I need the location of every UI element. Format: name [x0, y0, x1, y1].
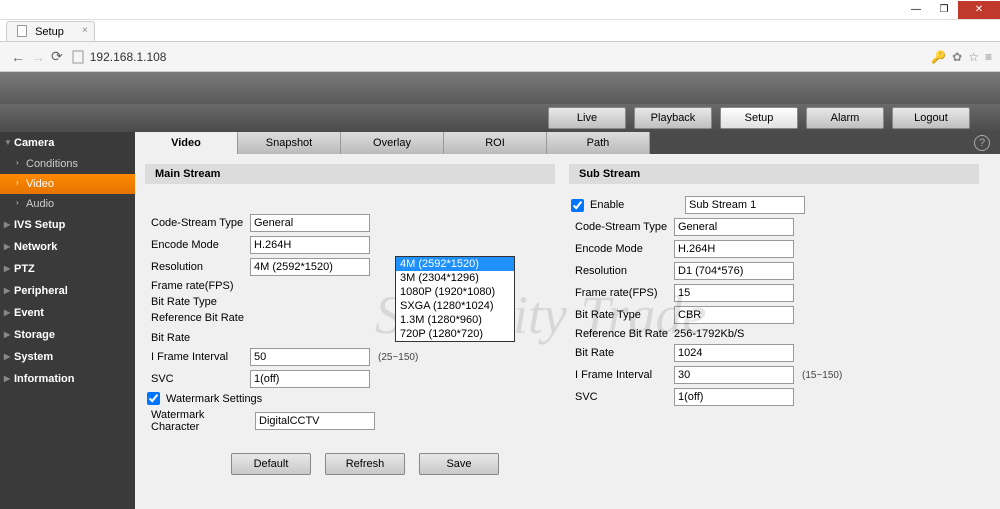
resolution-select[interactable]: 4M (2592*1520) [250, 258, 370, 276]
refresh-button[interactable]: Refresh [325, 453, 405, 475]
nav-alarm[interactable]: Alarm [806, 107, 884, 129]
page-icon [17, 25, 27, 37]
code-stream-select[interactable]: General [250, 214, 370, 232]
browser-navbar: ← → ⟳ 192.168.1.108 🔑 ✿ ☆ ≡ [0, 42, 1000, 72]
forward-icon[interactable]: → [31, 49, 45, 65]
sidebar-item-event[interactable]: ▶Event [0, 302, 135, 324]
dropdown-option[interactable]: 3M (2304*1296) [396, 271, 514, 285]
caret-right-icon: ▶ [4, 308, 10, 317]
caret-right-icon: ▶ [4, 352, 10, 361]
section-title: Sub Stream [569, 164, 979, 184]
watermark-checkbox[interactable] [147, 392, 160, 405]
caret-right-icon: ▶ [4, 242, 10, 251]
dropdown-option[interactable]: 1080P (1920*1080) [396, 285, 514, 299]
tab-roi[interactable]: ROI [444, 132, 547, 154]
help-icon[interactable]: ? [974, 135, 990, 151]
resolution-select[interactable]: D1 (704*576) [674, 262, 794, 280]
default-button[interactable]: Default [231, 453, 311, 475]
tab-snapshot[interactable]: Snapshot [238, 132, 341, 154]
save-button[interactable]: Save [419, 453, 499, 475]
sidebar-item-network[interactable]: ▶Network [0, 236, 135, 258]
nav-setup[interactable]: Setup [720, 107, 798, 129]
encode-mode-select[interactable]: H.264H [250, 236, 370, 254]
caret-right-icon: ▶ [4, 220, 10, 229]
caret-right-icon: ▶ [4, 286, 10, 295]
fps-select[interactable]: 15 [674, 284, 794, 302]
window-close-icon[interactable]: ✕ [958, 1, 1000, 19]
content-area: Video Snapshot Overlay ROI Path ? Sincer… [135, 132, 1000, 509]
sidebar-item-storage[interactable]: ▶Storage [0, 324, 135, 346]
nav-logout[interactable]: Logout [892, 107, 970, 129]
star-icon[interactable]: ☆ [968, 50, 979, 64]
header-bar [0, 72, 1000, 104]
caret-right-icon: ▶ [4, 330, 10, 339]
caret-right-icon: ▶ [4, 374, 10, 383]
sidebar-item-information[interactable]: ▶Information [0, 368, 135, 390]
dropdown-option[interactable]: 4M (2592*1520) [396, 257, 514, 271]
encode-mode-select[interactable]: H.264H [674, 240, 794, 258]
browser-tab[interactable]: Setup × [6, 21, 95, 41]
sidebar-item-ivs[interactable]: ▶IVS Setup [0, 214, 135, 236]
chevron-right-icon: › [16, 178, 19, 187]
window-minimize-icon[interactable]: — [902, 1, 930, 19]
dropdown-option[interactable]: SXGA (1280*1024) [396, 299, 514, 313]
sidebar-item-system[interactable]: ▶System [0, 346, 135, 368]
browser-tabbar: Setup × [0, 20, 1000, 42]
tab-close-icon[interactable]: × [82, 25, 88, 36]
sidebar-item-video[interactable]: ›Video [0, 174, 135, 194]
dropdown-option[interactable]: 1.3M (1280*960) [396, 313, 514, 327]
sub-tabs: Video Snapshot Overlay ROI Path [135, 132, 1000, 154]
sidebar-item-audio[interactable]: ›Audio [0, 194, 135, 214]
puzzle-icon[interactable]: ✿ [952, 50, 962, 64]
iframe-input[interactable] [250, 348, 370, 366]
tab-title: Setup [35, 26, 64, 38]
caret-right-icon: ▶ [4, 264, 10, 273]
sidebar-item-ptz[interactable]: ▶PTZ [0, 258, 135, 280]
menu-icon[interactable]: ≡ [985, 50, 992, 64]
url-text[interactable]: 192.168.1.108 [90, 50, 931, 64]
sidebar: ▼Camera ›Conditions ›Video ›Audio ▶IVS S… [0, 132, 135, 509]
sub-stream-section: Sub Stream EnableSub Stream 1 Code-Strea… [569, 164, 979, 499]
main-nav: Live Playback Setup Alarm Logout [0, 104, 1000, 132]
resolution-dropdown[interactable]: 4M (2592*1520) 3M (2304*1296) 1080P (192… [395, 256, 515, 342]
bitratetype-select[interactable]: CBR [674, 306, 794, 324]
sidebar-item-peripheral[interactable]: ▶Peripheral [0, 280, 135, 302]
svc-select[interactable]: 1(off) [250, 370, 370, 388]
caret-down-icon: ▼ [4, 138, 12, 147]
tab-overlay[interactable]: Overlay [341, 132, 444, 154]
tab-video[interactable]: Video [135, 132, 238, 154]
substream-select[interactable]: Sub Stream 1 [685, 196, 805, 214]
bitrate-select[interactable]: 1024 [674, 344, 794, 362]
sidebar-item-conditions[interactable]: ›Conditions [0, 154, 135, 174]
code-stream-select[interactable]: General [674, 218, 794, 236]
reload-icon[interactable]: ⟳ [51, 48, 63, 65]
window-maximize-icon[interactable]: ❐ [930, 1, 958, 19]
sidebar-item-camera[interactable]: ▼Camera [0, 132, 135, 154]
nav-live[interactable]: Live [548, 107, 626, 129]
chevron-right-icon: › [16, 158, 19, 167]
section-title: Main Stream [145, 164, 555, 184]
svc-select[interactable]: 1(off) [674, 388, 794, 406]
dropdown-option[interactable]: 720P (1280*720) [396, 327, 514, 341]
site-icon [72, 50, 84, 64]
nav-playback[interactable]: Playback [634, 107, 712, 129]
chevron-right-icon: › [16, 198, 19, 207]
watermark-input[interactable] [255, 412, 375, 430]
iframe-input[interactable] [674, 366, 794, 384]
enable-checkbox[interactable] [571, 199, 584, 212]
extension-icon[interactable]: 🔑 [931, 50, 946, 64]
back-icon[interactable]: ← [11, 49, 25, 65]
window-titlebar: — ❐ ✕ [0, 0, 1000, 20]
tab-path[interactable]: Path [547, 132, 650, 154]
